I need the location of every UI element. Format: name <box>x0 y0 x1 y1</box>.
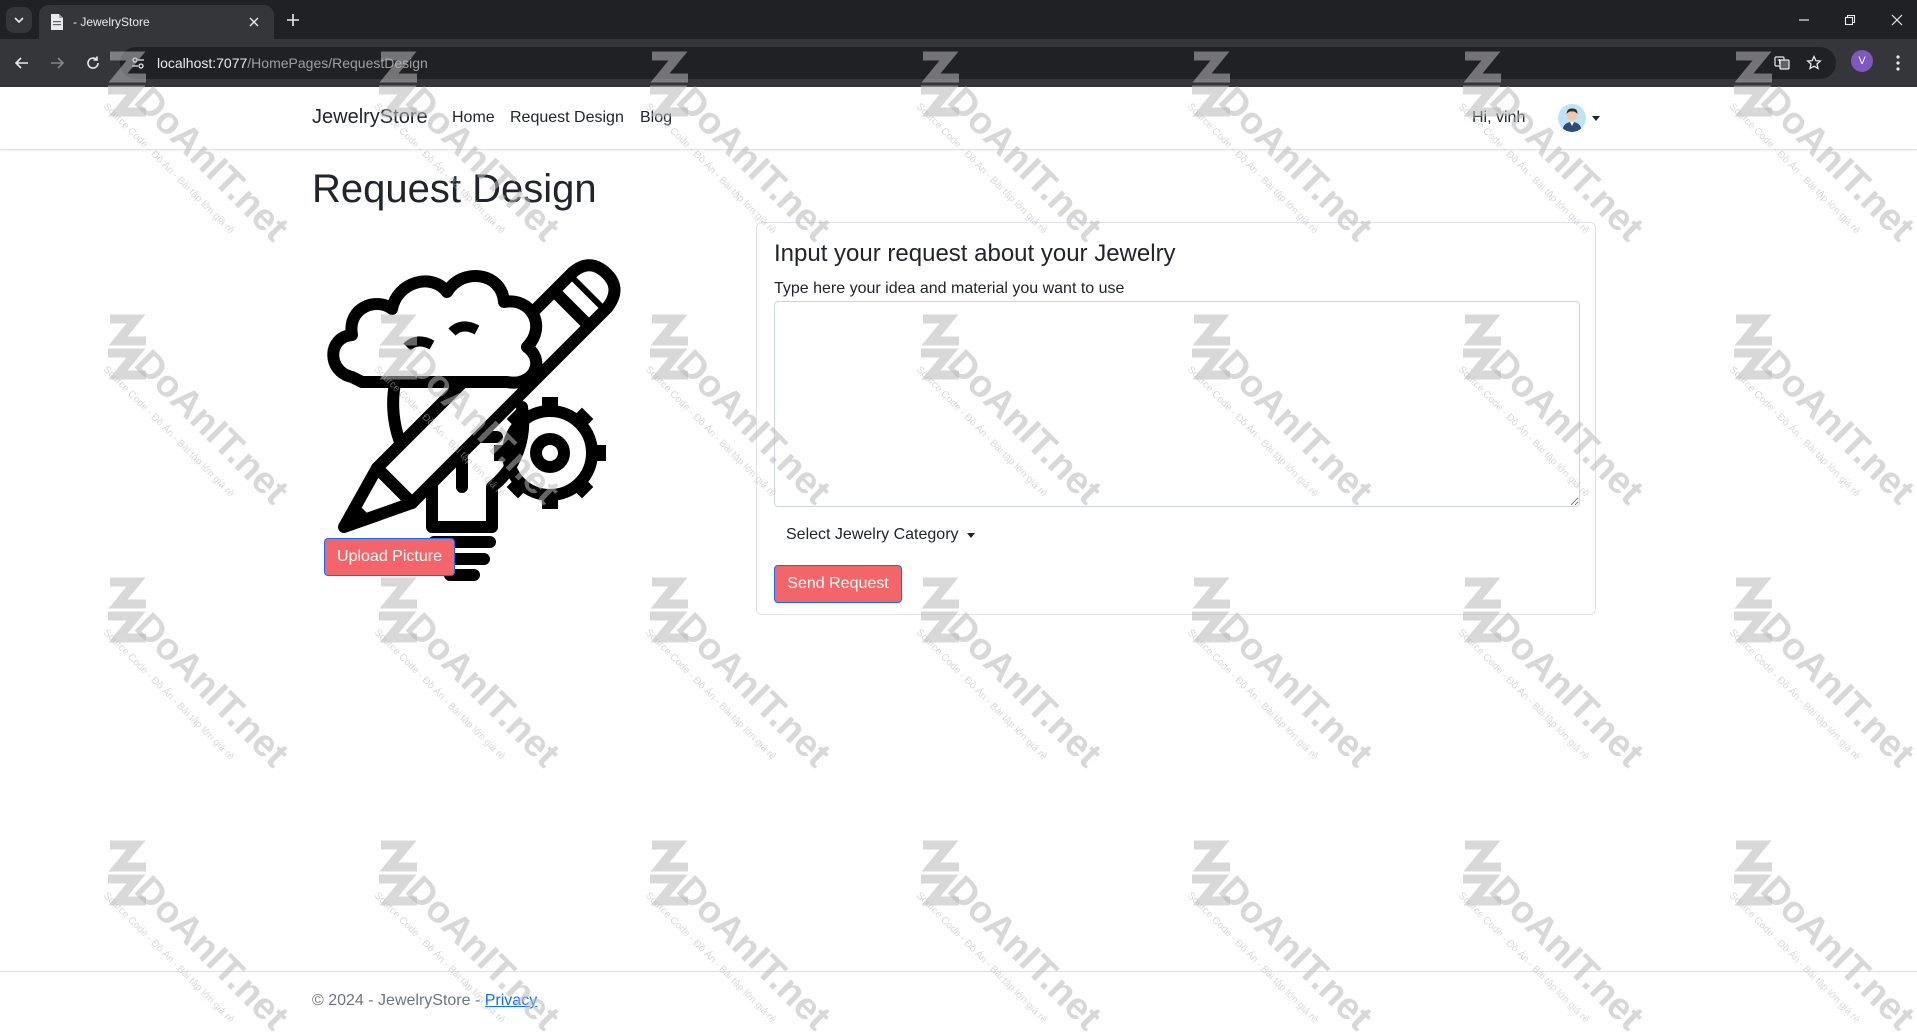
page-title: Request Design <box>312 167 597 211</box>
close-window-button[interactable] <box>1885 8 1909 32</box>
more-vertical-icon <box>1896 55 1900 71</box>
site-info-icon[interactable] <box>130 55 146 71</box>
nav-link-blog[interactable]: Blog <box>640 109 672 127</box>
minimize-window-button[interactable] <box>1792 8 1816 32</box>
footer-copyright: © 2024 - JewelryStore - <box>312 992 485 1009</box>
jewelry-category-dropdown[interactable]: Select Jewelry Category <box>774 520 987 550</box>
request-card: Input your request about your Jewelry Ty… <box>756 222 1596 615</box>
minimize-icon <box>1799 19 1809 21</box>
navbar-brand[interactable]: JewelryStore <box>312 106 428 129</box>
profile-avatar[interactable]: V <box>1851 50 1873 72</box>
tab-title: - JewelryStore <box>73 15 150 29</box>
textarea-label: Type here your idea and material you wan… <box>774 280 1125 297</box>
browser-menu-button[interactable] <box>1886 51 1910 75</box>
back-button[interactable] <box>10 51 34 75</box>
restore-window-button[interactable] <box>1838 8 1862 32</box>
dropdown-label: Select Jewelry Category <box>786 526 959 543</box>
url-text: localhost:7077/HomePages/RequestDesign <box>157 55 428 71</box>
user-menu-toggle[interactable] <box>1558 102 1602 134</box>
restore-icon <box>1844 14 1856 26</box>
tab-search-button[interactable] <box>6 7 32 33</box>
browser-tab[interactable]: - JewelryStore <box>39 5 274 39</box>
privacy-link[interactable]: Privacy <box>485 992 537 1009</box>
card-heading: Input your request about your Jewelry <box>774 240 1176 267</box>
request-textarea[interactable] <box>774 301 1580 507</box>
nav-link-request-design[interactable]: Request Design <box>510 109 624 127</box>
reload-button[interactable] <box>81 51 105 75</box>
close-icon <box>1891 14 1903 26</box>
url-host: localhost:7077 <box>157 55 248 71</box>
new-tab-button[interactable] <box>282 9 304 31</box>
send-request-button[interactable]: Send Request <box>774 565 902 603</box>
arrow-right-icon <box>51 57 65 69</box>
site-footer: © 2024 - JewelryStore - Privacy <box>0 971 1917 1032</box>
arrow-left-icon <box>14 57 28 69</box>
forward-button[interactable] <box>45 51 69 75</box>
chevron-down-icon <box>14 17 24 24</box>
reload-icon <box>87 56 99 69</box>
user-greeting: Hi, vinh <box>1472 109 1525 127</box>
page-content: JewelryStore Home Request Design Blog Hi… <box>0 87 1917 1032</box>
tab-close-icon[interactable] <box>244 12 264 32</box>
plus-icon <box>287 14 299 26</box>
site-navbar: JewelryStore Home Request Design Blog Hi… <box>0 87 1917 150</box>
url-path: /HomePages/RequestDesign <box>247 55 428 71</box>
translate-icon[interactable] <box>1772 53 1792 73</box>
browser-tabstrip: - JewelryStore <box>0 0 1917 39</box>
page-favicon-icon <box>51 14 63 30</box>
bookmark-star-icon[interactable] <box>1804 53 1824 73</box>
caret-down-icon <box>966 532 975 538</box>
nav-link-home[interactable]: Home <box>452 109 495 127</box>
user-avatar-icon <box>1558 104 1586 132</box>
browser-toolbar: localhost:7077/HomePages/RequestDesign V <box>0 39 1917 87</box>
footer-text: © 2024 - JewelryStore - Privacy <box>312 992 537 1010</box>
caret-down-icon <box>1592 115 1600 121</box>
address-bar[interactable]: localhost:7077/HomePages/RequestDesign <box>120 47 1836 79</box>
upload-picture-button[interactable]: Upload Picture <box>324 538 455 576</box>
